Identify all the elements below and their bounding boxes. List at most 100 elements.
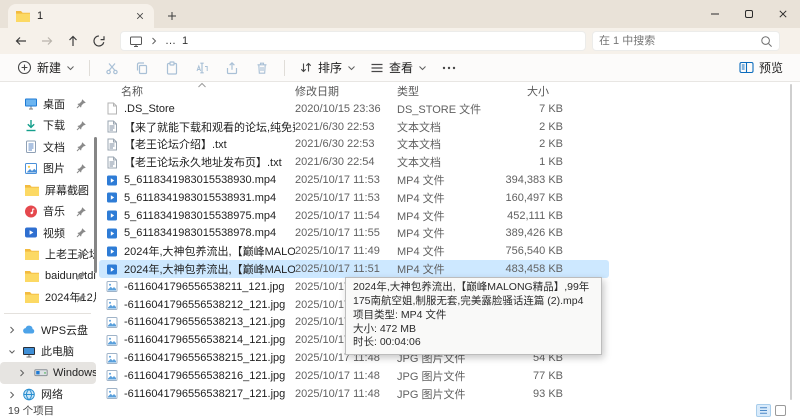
address-bar[interactable]: … 1 (120, 31, 586, 51)
minimize-button[interactable] (698, 0, 732, 28)
table-row[interactable]: 5_6118341983015538975.mp42025/10/17 11:5… (99, 207, 609, 225)
sidebar-item[interactable]: WPS云盘 (0, 319, 96, 341)
folder-icon (24, 269, 40, 283)
cut-button[interactable] (98, 57, 126, 79)
view-icon (370, 62, 384, 74)
sidebar-item[interactable]: 上老王论坛当 (0, 244, 96, 266)
delete-button[interactable] (248, 57, 276, 79)
chevron-down-icon (418, 64, 427, 72)
table-row[interactable]: 5_6118341983015538930.mp42025/10/17 11:5… (99, 171, 609, 189)
preview-button-label: 预览 (759, 59, 783, 76)
column-header-date[interactable]: 修改日期 (295, 83, 397, 99)
file-jpg-icon (106, 334, 118, 347)
list-scrollbar[interactable] (790, 84, 792, 400)
table-row[interactable]: -6116041796556538216_121.jpg2025/10/17 1… (99, 367, 609, 385)
sidebar-item[interactable]: 下载 (0, 115, 96, 137)
table-row[interactable]: 2024年,大神包养流出,【巅峰MALONG精...2025/10/17 11:… (99, 260, 609, 278)
refresh-button[interactable] (86, 30, 112, 52)
pc-icon (22, 345, 36, 358)
chevron-right-icon[interactable] (7, 324, 17, 336)
chevron-right-icon[interactable] (17, 367, 27, 379)
view-button-label: 查看 (389, 59, 413, 76)
this-pc-icon[interactable] (129, 35, 143, 48)
file-blank-icon (106, 102, 118, 115)
folder-icon (24, 290, 40, 304)
sidebar-item[interactable]: 2024年12月, (0, 287, 96, 309)
tooltip-filename: 2024年,大神包养流出,【巅峰MALONG精品】,99年175南航空姐,制服无… (353, 281, 594, 309)
maximize-button[interactable] (732, 0, 766, 28)
table-row[interactable]: .DS_Store2020/10/15 23:36DS_STORE 文件7 KB (99, 100, 609, 118)
file-name-cell: 5_6118341983015538931.mp4 (99, 191, 295, 204)
tab-1[interactable]: 1 (8, 4, 154, 28)
column-header-size[interactable]: 大小 (487, 83, 565, 99)
sidebar-item[interactable]: 音乐 (0, 201, 96, 223)
sidebar-item-label: 2024年12月, (45, 289, 96, 305)
sidebar-item[interactable]: 桌面 (0, 93, 96, 115)
copy-button[interactable] (128, 57, 156, 79)
list-header: 名称 修改日期 类型 大小 (99, 82, 800, 100)
breadcrumb-ellipsis[interactable]: … (165, 35, 176, 47)
column-header-type[interactable]: 类型 (397, 83, 487, 99)
music-icon (24, 205, 38, 218)
sidebar-item[interactable]: Windows-SSD (0, 362, 96, 384)
table-row[interactable]: 【来了就能下载和观看的论坛,纯免费!】.txt2021/6/30 22:53文本… (99, 118, 609, 136)
sort-button-label: 排序 (318, 59, 342, 76)
paste-button[interactable] (158, 57, 186, 79)
drive-icon (34, 366, 48, 379)
search-input[interactable] (599, 35, 760, 47)
chevron-down-icon (66, 64, 75, 72)
sidebar-item[interactable]: 文档 (0, 136, 96, 158)
new-tab-button[interactable] (162, 6, 182, 26)
more-options-button[interactable] (435, 57, 463, 79)
file-name-cell: 5_6118341983015538930.mp4 (99, 174, 295, 187)
close-button[interactable] (766, 0, 800, 28)
table-row[interactable]: 2024年,大神包养流出,【巅峰MALONG精...2025/10/17 11:… (99, 242, 609, 260)
rename-button[interactable] (188, 57, 216, 79)
file-date: 2025/10/17 11:48 (295, 388, 397, 400)
sidebar-item[interactable]: 网络 (0, 384, 96, 406)
sidebar-item-label: baidunetdisl (45, 270, 96, 282)
sidebar-scrollbar[interactable] (94, 137, 97, 273)
back-button[interactable] (8, 30, 34, 52)
new-button[interactable]: 新建 (10, 56, 82, 79)
search-box[interactable] (592, 31, 780, 51)
sidebar-item[interactable]: 视频 (0, 222, 96, 244)
sort-button[interactable]: 排序 (292, 56, 363, 79)
sidebar-item[interactable]: baidunetdisl (0, 265, 96, 287)
chevron-right-icon[interactable] (7, 389, 17, 401)
tooltip-duration: 时长: 00:04:06 (353, 336, 594, 350)
table-row[interactable]: -6116041796556538217_121.jpg2025/10/17 1… (99, 385, 609, 403)
sidebar-item[interactable]: 图片 (0, 158, 96, 180)
file-date: 2025/10/17 11:48 (295, 370, 397, 382)
sidebar-item[interactable]: 此电脑 (0, 341, 96, 363)
file-name: -6116041796556538214_121.jpg (124, 334, 285, 346)
tab-close-icon[interactable] (132, 8, 148, 24)
file-name: -6116041796556538215_121.jpg (124, 352, 285, 364)
pin-icon (76, 141, 87, 152)
breadcrumb-current[interactable]: 1 (182, 35, 188, 47)
preview-button[interactable]: 预览 (732, 56, 790, 79)
file-name-cell: 5_6118341983015538978.mp4 (99, 227, 295, 240)
forward-button[interactable] (34, 30, 60, 52)
file-date: 2021/6/30 22:54 (295, 156, 397, 168)
details-view-icon[interactable] (756, 404, 771, 417)
view-button[interactable]: 查看 (363, 56, 434, 79)
table-row[interactable]: 5_6118341983015538931.mp42025/10/17 11:5… (99, 189, 609, 207)
folder-icon (24, 247, 40, 261)
file-mp4-icon (106, 263, 118, 276)
table-row[interactable]: 5_6118341983015538978.mp42025/10/17 11:5… (99, 225, 609, 243)
file-name: 5_6118341983015538975.mp4 (124, 210, 276, 222)
table-row[interactable]: 【老王论坛永久地址发布页】.txt2021/6/30 22:54文本文档1 KB (99, 153, 609, 171)
sidebar-item-label: 桌面 (43, 96, 65, 112)
desktop-icon (24, 97, 38, 110)
sidebar-item[interactable]: 屏幕截图 (0, 179, 96, 201)
up-button[interactable] (60, 30, 86, 52)
share-button[interactable] (218, 57, 246, 79)
preview-pane-icon (739, 61, 754, 74)
file-size: 160,497 KB (487, 192, 565, 204)
table-row[interactable]: 【老王论坛介绍】.txt2021/6/30 22:53文本文档2 KB (99, 136, 609, 154)
thumbnails-view-icon[interactable] (775, 405, 786, 416)
chevron-down-icon[interactable] (7, 346, 17, 358)
sidebar-divider (4, 313, 91, 314)
videos-icon (24, 226, 38, 239)
